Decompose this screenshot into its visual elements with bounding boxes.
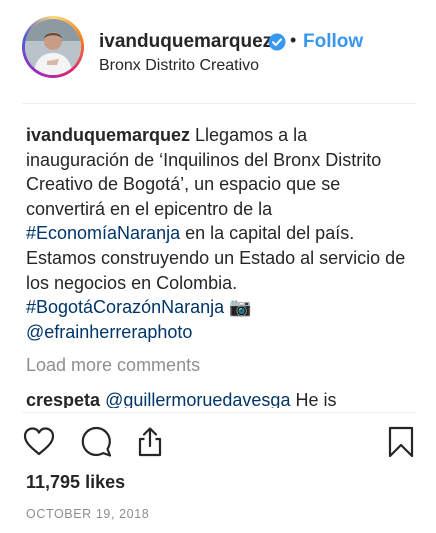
comment-username[interactable]: crespeta — [26, 390, 100, 408]
header-divider — [22, 103, 416, 104]
comment-item: crespeta @guillermoruedavesga He is — [26, 388, 416, 408]
comment-icon[interactable] — [79, 425, 113, 459]
hashtag-bogotacorazonnaranja[interactable]: #BogotáCorazónNaranja — [26, 297, 224, 317]
comment-text: He is — [290, 390, 337, 408]
hashtag-economianaranja[interactable]: #EconomíaNaranja — [26, 223, 180, 243]
load-more-comments-button[interactable]: Load more comments — [26, 355, 200, 376]
likes-count[interactable]: 11,795 likes — [26, 472, 125, 493]
separator-dot: • — [290, 30, 297, 50]
header-username[interactable]: ivanduquemarquez — [99, 31, 272, 53]
post-date: OCTOBER 19, 2018 — [26, 507, 150, 521]
comment-mention[interactable]: @guillermoruedavesga — [105, 390, 290, 408]
action-bar — [22, 425, 416, 461]
location-link[interactable]: Bronx Distrito Creativo — [99, 57, 259, 75]
post-caption: ivanduquemarquez Llegamos a la inaugurac… — [26, 123, 406, 344]
avatar-image — [25, 19, 81, 75]
post-header: ivanduquemarquez • Follow Bronx Distrito… — [0, 0, 436, 103]
comments-divider — [22, 412, 416, 413]
caption-username[interactable]: ivanduquemarquez — [26, 125, 190, 145]
verified-badge-icon — [268, 33, 286, 51]
heart-icon[interactable] — [22, 425, 56, 459]
avatar[interactable] — [22, 16, 84, 78]
bookmark-icon[interactable] — [384, 425, 418, 459]
share-icon[interactable] — [133, 425, 167, 459]
mention-efrainherreraphoto[interactable]: @efrainherreraphoto — [26, 322, 192, 342]
follow-button[interactable]: Follow — [303, 31, 363, 53]
camera-emoji-icon: 📷 — [229, 297, 252, 318]
